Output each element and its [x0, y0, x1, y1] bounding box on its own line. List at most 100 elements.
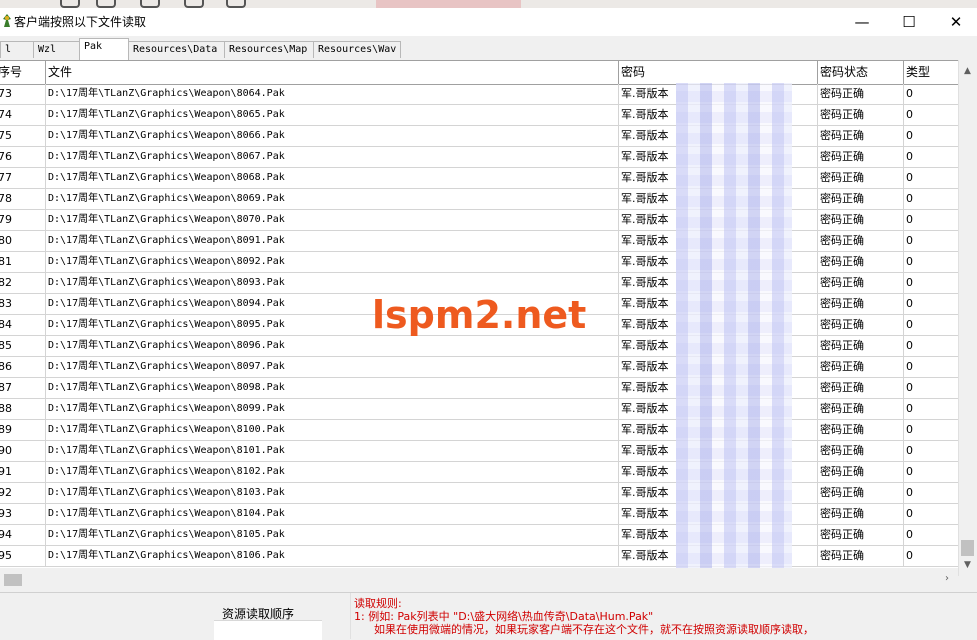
cell-index[interactable]: 76	[0, 147, 46, 168]
cell-type[interactable]: 0	[904, 294, 958, 315]
cell-status[interactable]: 密码正确	[818, 420, 904, 441]
tab-wzl[interactable]: Wzl	[33, 41, 80, 58]
cell-index[interactable]: 91	[0, 462, 46, 483]
cell-index[interactable]: 95	[0, 546, 46, 567]
cell-file[interactable]: D:\17周年\TLanZ\Graphics\Weapon\8096.Pak	[46, 336, 619, 357]
cell-index[interactable]: 88	[0, 399, 46, 420]
cell-type[interactable]: 0	[904, 336, 958, 357]
cell-status[interactable]: 密码正确	[818, 399, 904, 420]
scroll-down-icon[interactable]: ▼	[964, 560, 971, 570]
cell-index[interactable]: 75	[0, 126, 46, 147]
cell-index[interactable]: 84	[0, 315, 46, 336]
cell-index[interactable]: 77	[0, 168, 46, 189]
cell-index[interactable]: 92	[0, 483, 46, 504]
cell-type[interactable]: 0	[904, 273, 958, 294]
cell-status[interactable]: 密码正确	[818, 294, 904, 315]
tab-resources-map[interactable]: Resources\Map	[224, 41, 314, 58]
table-row[interactable]: 91D:\17周年\TLanZ\Graphics\Weapon\8102.Pak…	[0, 462, 958, 483]
vertical-scroll-thumb[interactable]	[961, 540, 974, 556]
cell-file[interactable]: D:\17周年\TLanZ\Graphics\Weapon\8092.Pak	[46, 252, 619, 273]
cell-index[interactable]: 93	[0, 504, 46, 525]
cell-status[interactable]: 密码正确	[818, 84, 904, 105]
cell-type[interactable]: 0	[904, 546, 958, 567]
cell-index[interactable]: 83	[0, 294, 46, 315]
horizontal-scrollbar[interactable]: ›	[0, 568, 958, 592]
cell-type[interactable]: 0	[904, 441, 958, 462]
close-button[interactable]: ✕	[933, 8, 977, 36]
header-type[interactable]: 类型	[904, 61, 958, 84]
cell-status[interactable]: 密码正确	[818, 105, 904, 126]
cell-file[interactable]: D:\17周年\TLanZ\Graphics\Weapon\8103.Pak	[46, 483, 619, 504]
table-row[interactable]: 75D:\17周年\TLanZ\Graphics\Weapon\8066.Pak…	[0, 126, 958, 147]
cell-index[interactable]: 94	[0, 525, 46, 546]
cell-type[interactable]: 0	[904, 189, 958, 210]
cell-index[interactable]: 89	[0, 420, 46, 441]
tab-l[interactable]: l	[0, 41, 34, 58]
cell-type[interactable]: 0	[904, 84, 958, 105]
cell-index[interactable]: 73	[0, 84, 46, 105]
table-row[interactable]: 79D:\17周年\TLanZ\Graphics\Weapon\8070.Pak…	[0, 210, 958, 231]
cell-type[interactable]: 0	[904, 357, 958, 378]
table-row[interactable]: 92D:\17周年\TLanZ\Graphics\Weapon\8103.Pak…	[0, 483, 958, 504]
cell-status[interactable]: 密码正确	[818, 462, 904, 483]
cell-status[interactable]: 密码正确	[818, 252, 904, 273]
cell-file[interactable]: D:\17周年\TLanZ\Graphics\Weapon\8102.Pak	[46, 462, 619, 483]
cell-status[interactable]: 密码正确	[818, 126, 904, 147]
cell-index[interactable]: 74	[0, 105, 46, 126]
cell-status[interactable]: 密码正确	[818, 357, 904, 378]
header-file[interactable]: 文件	[46, 61, 619, 84]
cell-index[interactable]: 80	[0, 231, 46, 252]
table-row[interactable]: 78D:\17周年\TLanZ\Graphics\Weapon\8069.Pak…	[0, 189, 958, 210]
cell-index[interactable]: 90	[0, 441, 46, 462]
cell-file[interactable]: D:\17周年\TLanZ\Graphics\Weapon\8070.Pak	[46, 210, 619, 231]
cell-index[interactable]: 79	[0, 210, 46, 231]
cell-type[interactable]: 0	[904, 105, 958, 126]
cell-file[interactable]: D:\17周年\TLanZ\Graphics\Weapon\8064.Pak	[46, 84, 619, 105]
maximize-button[interactable]: ☐	[886, 8, 932, 36]
cell-file[interactable]: D:\17周年\TLanZ\Graphics\Weapon\8099.Pak	[46, 399, 619, 420]
table-row[interactable]: 85D:\17周年\TLanZ\Graphics\Weapon\8096.Pak…	[0, 336, 958, 357]
cell-file[interactable]: D:\17周年\TLanZ\Graphics\Weapon\8066.Pak	[46, 126, 619, 147]
table-row[interactable]: 82D:\17周年\TLanZ\Graphics\Weapon\8093.Pak…	[0, 273, 958, 294]
cell-type[interactable]: 0	[904, 147, 958, 168]
cell-type[interactable]: 0	[904, 504, 958, 525]
header-index[interactable]: 序号	[0, 61, 46, 84]
cell-type[interactable]: 0	[904, 126, 958, 147]
table-row[interactable]: 74D:\17周年\TLanZ\Graphics\Weapon\8065.Pak…	[0, 105, 958, 126]
cell-type[interactable]: 0	[904, 378, 958, 399]
cell-status[interactable]: 密码正确	[818, 147, 904, 168]
table-row[interactable]: 76D:\17周年\TLanZ\Graphics\Weapon\8067.Pak…	[0, 147, 958, 168]
cell-type[interactable]: 0	[904, 483, 958, 504]
resource-order-list[interactable]	[214, 620, 322, 640]
cell-index[interactable]: 82	[0, 273, 46, 294]
cell-type[interactable]: 0	[904, 168, 958, 189]
table-row[interactable]: 94D:\17周年\TLanZ\Graphics\Weapon\8105.Pak…	[0, 525, 958, 546]
cell-file[interactable]: D:\17周年\TLanZ\Graphics\Weapon\8098.Pak	[46, 378, 619, 399]
cell-file[interactable]: D:\17周年\TLanZ\Graphics\Weapon\8068.Pak	[46, 168, 619, 189]
cell-status[interactable]: 密码正确	[818, 168, 904, 189]
tab-resources-data[interactable]: Resources\Data	[128, 41, 225, 58]
vertical-scrollbar[interactable]: ▲ ▼	[958, 60, 977, 576]
cell-type[interactable]: 0	[904, 399, 958, 420]
table-row[interactable]: 81D:\17周年\TLanZ\Graphics\Weapon\8092.Pak…	[0, 252, 958, 273]
header-status[interactable]: 密码状态	[818, 61, 904, 84]
cell-index[interactable]: 87	[0, 378, 46, 399]
cell-type[interactable]: 0	[904, 420, 958, 441]
cell-type[interactable]: 0	[904, 210, 958, 231]
cell-file[interactable]: D:\17周年\TLanZ\Graphics\Weapon\8101.Pak	[46, 441, 619, 462]
cell-file[interactable]: D:\17周年\TLanZ\Graphics\Weapon\8069.Pak	[46, 189, 619, 210]
cell-status[interactable]: 密码正确	[818, 189, 904, 210]
cell-file[interactable]: D:\17周年\TLanZ\Graphics\Weapon\8105.Pak	[46, 525, 619, 546]
table-row[interactable]: 95D:\17周年\TLanZ\Graphics\Weapon\8106.Pak…	[0, 546, 958, 567]
minimize-button[interactable]: —	[839, 8, 885, 36]
header-password[interactable]: 密码	[619, 61, 818, 84]
cell-status[interactable]: 密码正确	[818, 525, 904, 546]
cell-file[interactable]: D:\17周年\TLanZ\Graphics\Weapon\8104.Pak	[46, 504, 619, 525]
tab-resources-wav[interactable]: Resources\Wav	[313, 41, 401, 58]
tab-pak[interactable]: Pak	[79, 38, 129, 60]
horizontal-scroll-thumb[interactable]	[4, 574, 22, 586]
cell-file[interactable]: D:\17周年\TLanZ\Graphics\Weapon\8106.Pak	[46, 546, 619, 567]
cell-status[interactable]: 密码正确	[818, 273, 904, 294]
table-row[interactable]: 93D:\17周年\TLanZ\Graphics\Weapon\8104.Pak…	[0, 504, 958, 525]
cell-status[interactable]: 密码正确	[818, 483, 904, 504]
